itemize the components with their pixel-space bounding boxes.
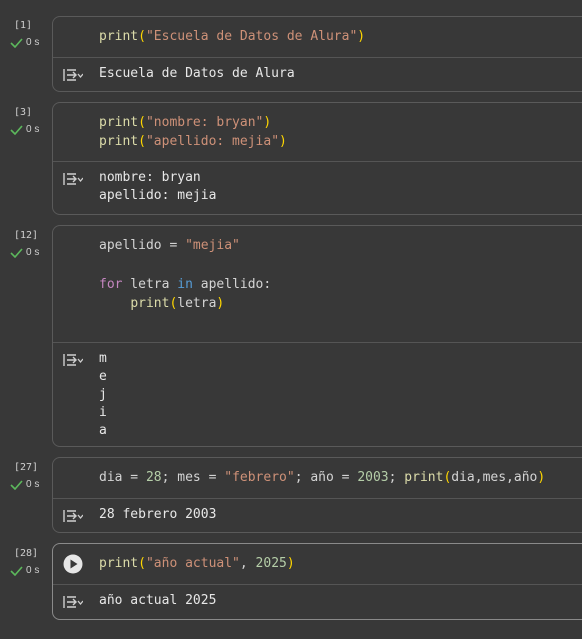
token-string: "mejia" xyxy=(185,238,240,253)
code-cell[interactable]: print("Escuela de Datos de Alura") Escue… xyxy=(52,16,582,92)
execution-time: 0 s xyxy=(26,247,40,258)
execution-time: 0 s xyxy=(26,37,40,48)
token-id: dia,mes,año xyxy=(451,470,538,485)
output-text: 28 febrero 2003 xyxy=(99,507,217,522)
token-string: "Escuela de Datos de Alura" xyxy=(145,29,358,44)
output-toggle-icon[interactable] xyxy=(63,172,83,186)
token-paren: ( xyxy=(138,556,146,571)
code-line: print("Escuela de Datos de Alura") xyxy=(99,29,365,44)
check-icon xyxy=(10,124,23,135)
token-id: ; año = xyxy=(294,470,358,485)
output-area: Escuela de Datos de Alura xyxy=(53,57,582,93)
token-fn: print xyxy=(99,556,139,571)
execution-count: [27] xyxy=(14,462,39,473)
output-text: año actual 2025 xyxy=(99,593,217,608)
output-area: m e j i a xyxy=(53,342,582,448)
code-line: print("apellido: mejia") xyxy=(99,134,287,149)
token-number: 2003 xyxy=(357,470,389,485)
output-toggle-icon[interactable] xyxy=(63,509,83,523)
token-id: apellido: xyxy=(192,277,272,292)
execution-status: 0 s xyxy=(10,37,39,48)
code-line: for letra in apellido: xyxy=(99,277,271,292)
token-id: apellido = xyxy=(99,238,186,253)
code-editor[interactable]: apellido = "mejia" for letra in apellido… xyxy=(53,226,582,342)
token-number: 2025 xyxy=(255,556,287,571)
check-icon xyxy=(10,37,23,48)
check-icon xyxy=(10,479,23,490)
run-cell-icon[interactable] xyxy=(63,554,83,574)
token-paren: ) xyxy=(357,29,366,44)
execution-time: 0 s xyxy=(26,565,40,576)
code-line: print("año actual", 2025) xyxy=(99,556,295,571)
output-area: año actual 2025 xyxy=(53,584,582,621)
token-paren: ) xyxy=(286,556,295,571)
token-keyword: in xyxy=(177,277,193,292)
execution-time: 0 s xyxy=(26,479,40,490)
token-fn: print xyxy=(99,115,139,130)
output-text: Escuela de Datos de Alura xyxy=(99,66,295,81)
token-string: "febrero" xyxy=(224,470,295,485)
output-toggle-icon[interactable] xyxy=(63,595,83,609)
execution-status: 0 s xyxy=(10,124,39,135)
token-paren: ) xyxy=(263,115,272,130)
token-id: letra xyxy=(122,277,178,292)
execution-time: 0 s xyxy=(26,124,40,135)
code-editor[interactable]: dia = 28; mes = "febrero"; año = 2003; p… xyxy=(53,458,582,498)
token-string: "año actual" xyxy=(145,556,240,571)
code-line: apellido = "mejia" xyxy=(99,238,240,253)
output-text: nombre: bryan xyxy=(99,170,201,185)
output-text: m xyxy=(99,351,107,366)
token-fn: print xyxy=(99,134,139,149)
code-editor[interactable]: print("Escuela de Datos de Alura") xyxy=(53,17,582,57)
output-text: e xyxy=(99,369,107,384)
code-editor[interactable]: print("año actual", 2025) xyxy=(53,544,582,584)
execution-count: [28] xyxy=(14,548,39,559)
execution-status: 0 s xyxy=(10,479,39,490)
token-paren: ( xyxy=(138,29,146,44)
execution-count: [12] xyxy=(14,230,39,241)
execution-count: [3] xyxy=(14,107,33,118)
execution-count: [1] xyxy=(14,20,33,31)
token-paren: ( xyxy=(138,134,146,149)
token-id: ; xyxy=(388,470,405,485)
code-line: dia = 28; mes = "febrero"; año = 2003; p… xyxy=(99,470,545,485)
token-id: letra xyxy=(177,296,217,311)
token-fn: print xyxy=(404,470,444,485)
code-cell[interactable]: apellido = "mejia" for letra in apellido… xyxy=(52,225,582,447)
output-toggle-icon[interactable] xyxy=(63,68,83,82)
token-paren: ) xyxy=(537,470,546,485)
execution-status: 0 s xyxy=(10,565,39,576)
output-area: nombre: bryan apellido: mejia xyxy=(53,161,582,216)
code-editor[interactable]: print("nombre: bryan") print("apellido: … xyxy=(53,103,582,161)
check-icon xyxy=(10,565,23,576)
output-text: apellido: mejia xyxy=(99,188,217,203)
code-cell[interactable]: print("nombre: bryan") print("apellido: … xyxy=(52,102,582,215)
token-fn: print xyxy=(130,296,170,311)
output-area: 28 febrero 2003 xyxy=(53,498,582,534)
token-number: 28 xyxy=(145,470,162,485)
code-line: print("nombre: bryan") xyxy=(99,115,271,130)
token-string: "apellido: mejia" xyxy=(145,134,280,149)
output-text: a xyxy=(99,423,107,438)
token-keyword: for xyxy=(99,277,123,292)
token-fn: print xyxy=(99,29,139,44)
token-paren: ) xyxy=(279,134,287,149)
output-toggle-icon[interactable] xyxy=(63,353,83,367)
check-icon xyxy=(10,247,23,258)
token-paren: ) xyxy=(216,296,225,311)
token-paren: ( xyxy=(138,115,146,130)
code-cell[interactable]: dia = 28; mes = "febrero"; año = 2003; p… xyxy=(52,457,582,533)
code-cell[interactable]: print("año actual", 2025) año actual 202… xyxy=(52,543,582,620)
token-id: dia = xyxy=(99,470,146,485)
code-line: print(letra) xyxy=(99,296,224,311)
output-text: j xyxy=(99,387,107,402)
token-string: "nombre: bryan" xyxy=(145,115,264,130)
execution-status: 0 s xyxy=(10,247,39,258)
token-id: , xyxy=(239,556,256,571)
output-text: i xyxy=(99,405,107,420)
token-id: ; mes = xyxy=(161,470,225,485)
